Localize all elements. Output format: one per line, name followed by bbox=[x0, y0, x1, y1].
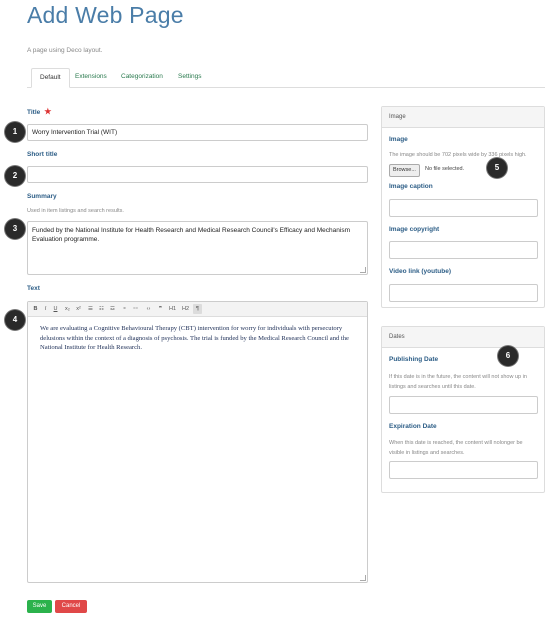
italic-button[interactable]: I bbox=[41, 304, 50, 314]
required-star-icon: ★ bbox=[44, 107, 52, 116]
publishing-date-input[interactable] bbox=[389, 396, 538, 414]
title-label-text: Title bbox=[27, 109, 41, 116]
publishing-date-help: If this date is in the future, the conte… bbox=[389, 374, 527, 390]
short-title-input[interactable] bbox=[27, 166, 368, 183]
browse-button[interactable]: Browse... bbox=[389, 164, 420, 177]
image-panel: Image Image The image should be 702 pixe… bbox=[381, 106, 545, 308]
align-icon[interactable]: ☰ bbox=[86, 304, 95, 314]
editor-content[interactable]: We are evaluating a Cognitive Behavioura… bbox=[40, 324, 355, 353]
copyright-input[interactable] bbox=[389, 241, 538, 259]
unlink-icon[interactable]: ⚯ bbox=[131, 304, 140, 314]
resize-handle-icon[interactable] bbox=[360, 267, 366, 273]
title-input[interactable]: Worry Intervention Trial (WIT) bbox=[27, 124, 368, 141]
subscript-button[interactable]: x₂ bbox=[63, 304, 72, 314]
copyright-label: Image copyright bbox=[389, 226, 440, 233]
publishing-date-label: Publishing Date bbox=[389, 356, 439, 363]
tab-categorization[interactable]: Categorization bbox=[113, 68, 171, 86]
tab-settings[interactable]: Settings bbox=[170, 68, 210, 86]
dates-panel: Dates Publishing Date If this date is in… bbox=[381, 326, 545, 493]
expiration-date-label: Expiration Date bbox=[389, 423, 437, 430]
underline-button[interactable]: U bbox=[51, 304, 60, 314]
code-icon[interactable]: ‹› bbox=[144, 304, 153, 314]
expiration-date-input[interactable] bbox=[389, 461, 538, 479]
callout-1: 1 bbox=[5, 122, 25, 142]
callout-3: 3 bbox=[5, 219, 25, 239]
summary-help: Used in item listings and search results… bbox=[27, 208, 124, 214]
heading2-button[interactable]: H2 bbox=[180, 304, 191, 314]
dates-panel-heading: Dates bbox=[382, 327, 544, 348]
callout-6: 6 bbox=[498, 346, 518, 366]
tab-default[interactable]: Default bbox=[31, 68, 70, 88]
title-label: Title ★ bbox=[27, 107, 51, 116]
page-title: Add Web Page bbox=[27, 2, 184, 28]
expiration-date-help: When this date is reached, the content w… bbox=[389, 440, 523, 456]
superscript-button[interactable]: x² bbox=[74, 304, 83, 314]
callout-5: 5 bbox=[487, 158, 507, 178]
heading1-button[interactable]: H1 bbox=[167, 304, 178, 314]
link-icon[interactable]: ⚭ bbox=[120, 304, 129, 314]
caption-input[interactable] bbox=[389, 199, 538, 217]
bullet-list-icon[interactable]: ☷ bbox=[97, 304, 106, 314]
callout-4: 4 bbox=[5, 310, 25, 330]
summary-textarea[interactable]: Funded by the National Institute for Hea… bbox=[27, 221, 368, 275]
video-link-label: Video link (youtube) bbox=[389, 268, 451, 275]
page-description: A page using Deco layout. bbox=[27, 47, 103, 54]
summary-text: Funded by the National Institute for Hea… bbox=[32, 227, 350, 243]
summary-label: Summary bbox=[27, 193, 57, 200]
no-file-text: No file selected. bbox=[425, 166, 465, 172]
short-title-label: Short title bbox=[27, 151, 58, 158]
caption-label: Image caption bbox=[389, 183, 433, 190]
text-label: Text bbox=[27, 285, 40, 292]
image-help: The image should be 702 pixels wide by 3… bbox=[389, 152, 527, 158]
save-button[interactable]: Save bbox=[27, 600, 52, 613]
cancel-button[interactable]: Cancel bbox=[55, 600, 87, 613]
paragraph-button[interactable]: ¶ bbox=[193, 304, 202, 314]
image-panel-heading: Image bbox=[382, 107, 544, 128]
tab-bar: Default Extensions Categorization Settin… bbox=[27, 68, 545, 88]
image-label: Image bbox=[389, 136, 408, 143]
callout-2: 2 bbox=[5, 166, 25, 186]
resize-handle-icon[interactable] bbox=[360, 575, 366, 581]
video-link-input[interactable] bbox=[389, 284, 538, 302]
tab-extensions[interactable]: Extensions bbox=[67, 68, 115, 86]
bold-button[interactable]: B bbox=[31, 304, 40, 314]
editor-toolbar: B I U x₂ x² ☰ ☷ ☲ ⚭ ⚯ ‹› ❞ H1 H2 ¶ bbox=[28, 302, 367, 317]
rich-text-editor[interactable]: B I U x₂ x² ☰ ☷ ☲ ⚭ ⚯ ‹› ❞ H1 H2 ¶ We ar… bbox=[27, 301, 368, 583]
quote-icon[interactable]: ❞ bbox=[156, 304, 165, 314]
numbered-list-icon[interactable]: ☲ bbox=[108, 304, 117, 314]
